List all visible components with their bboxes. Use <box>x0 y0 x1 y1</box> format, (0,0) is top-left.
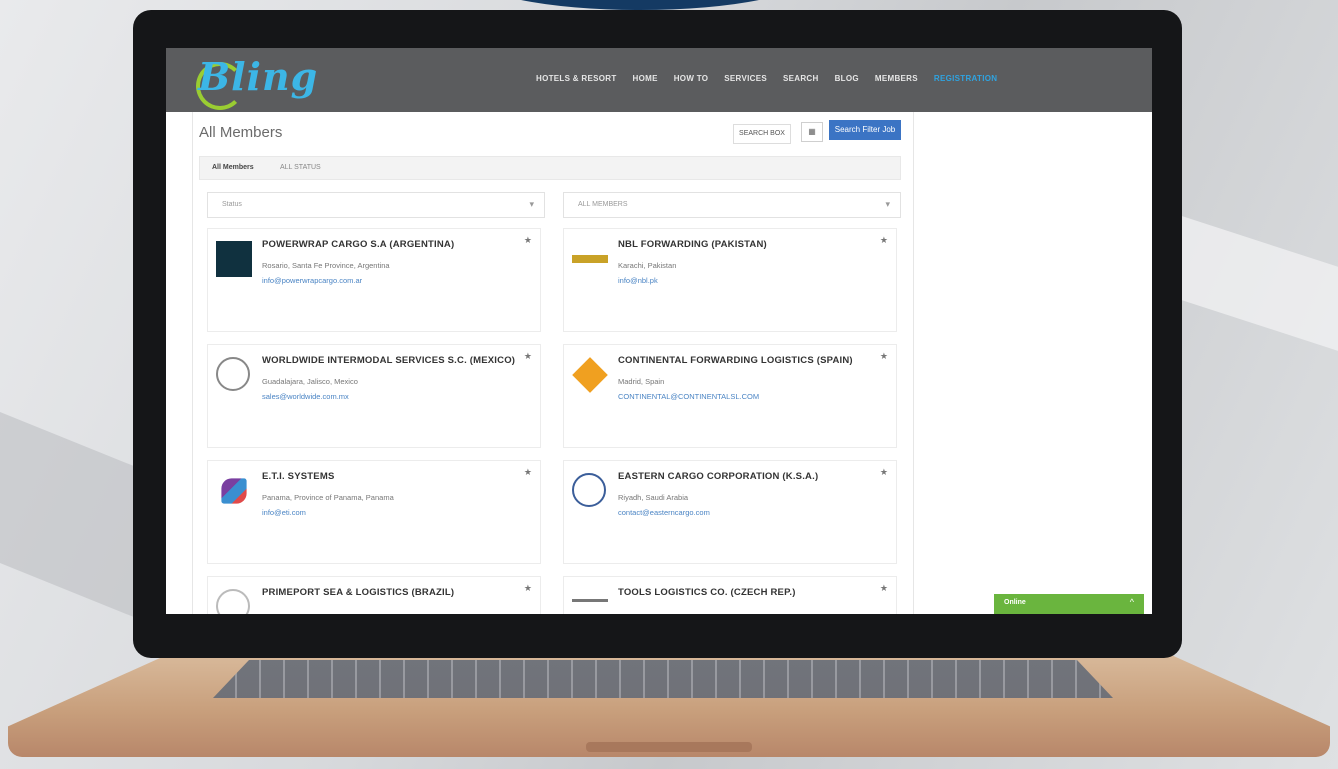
chat-label: Online <box>1004 599 1026 606</box>
member-logo <box>216 589 250 614</box>
member-location: Guadalajara, Jalisco, Mexico <box>262 377 358 386</box>
laptop-screen: Bling HOTELS & RESORT HOME HOW TO SERVIC… <box>166 48 1152 614</box>
chevron-up-icon[interactable]: ^ <box>1130 597 1134 607</box>
member-location: Madrid, Spain <box>618 377 665 386</box>
tab-all-members[interactable]: All Members <box>212 164 254 171</box>
search-filter-button[interactable]: Search Filter Job <box>829 120 901 140</box>
members-select[interactable]: ALL MEMBERS ▾ <box>563 192 901 218</box>
star-icon[interactable]: ★ <box>524 235 532 246</box>
member-email[interactable]: info@nbl.pk <box>618 276 658 285</box>
status-select[interactable]: Status ▾ <box>207 192 545 218</box>
member-logo <box>572 599 608 602</box>
member-card[interactable]: EASTERN CARGO CORPORATION (K.S.A.) Riyad… <box>563 460 897 564</box>
star-icon[interactable]: ★ <box>524 583 532 594</box>
member-logo <box>216 357 250 391</box>
member-location: Rosario, Santa Fe Province, Argentina <box>262 261 390 270</box>
member-card[interactable]: E.T.I. SYSTEMS Panama, Province of Panam… <box>207 460 541 564</box>
member-card[interactable]: TOOLS LOGISTICS CO. (CZECH REP.) ★ <box>563 576 897 614</box>
star-icon[interactable]: ★ <box>524 467 532 478</box>
search-box-button[interactable]: SEARCH BOX <box>733 124 791 144</box>
member-logo <box>572 473 606 507</box>
member-card[interactable]: CONTINENTAL FORWARDING LOGISTICS (SPAIN)… <box>563 344 897 448</box>
member-location: Panama, Province of Panama, Panama <box>262 493 394 502</box>
member-name[interactable]: POWERWRAP CARGO S.A (ARGENTINA) <box>262 239 454 250</box>
member-card[interactable]: NBL FORWARDING (PAKISTAN) Karachi, Pakis… <box>563 228 897 332</box>
background-circle <box>470 0 810 10</box>
members-page: All Members SEARCH BOX ▦ Search Filter J… <box>192 112 914 614</box>
chevron-down-icon: ▾ <box>529 199 534 209</box>
member-logo <box>216 241 252 277</box>
member-location: Riyadh, Saudi Arabia <box>618 493 689 502</box>
nav-item-home[interactable]: HOME <box>633 74 658 83</box>
nav-item-how-to[interactable]: HOW TO <box>674 74 709 83</box>
member-name[interactable]: NBL FORWARDING (PAKISTAN) <box>618 239 767 250</box>
member-name[interactable]: PRIMEPORT SEA & LOGISTICS (BRAZIL) <box>262 587 454 598</box>
star-icon[interactable]: ★ <box>880 235 888 246</box>
nav-item-services[interactable]: SERVICES <box>724 74 767 83</box>
grid-icon[interactable]: ▦ <box>801 122 823 142</box>
star-icon[interactable]: ★ <box>880 351 888 362</box>
member-logo <box>572 255 608 263</box>
member-name[interactable]: E.T.I. SYSTEMS <box>262 471 334 482</box>
member-name[interactable]: EASTERN CARGO CORPORATION (K.S.A.) <box>618 471 818 482</box>
member-name[interactable]: CONTINENTAL FORWARDING LOGISTICS (SPAIN) <box>618 355 853 366</box>
laptop-notch <box>586 742 752 752</box>
member-card[interactable]: WORLDWIDE INTERMODAL SERVICES S.C. (MEXI… <box>207 344 541 448</box>
chevron-down-icon: ▾ <box>885 199 890 209</box>
member-logo <box>221 478 247 504</box>
nav-item-registration[interactable]: REGISTRATION <box>934 74 997 83</box>
status-filter-link[interactable]: ALL STATUS <box>280 164 321 171</box>
star-icon[interactable]: ★ <box>880 583 888 594</box>
star-icon[interactable]: ★ <box>880 467 888 478</box>
members-select-value: ALL MEMBERS <box>578 201 628 208</box>
nav-item-hotels[interactable]: HOTELS & RESORT <box>536 74 617 83</box>
member-card[interactable]: PRIMEPORT SEA & LOGISTICS (BRAZIL) ★ <box>207 576 541 614</box>
member-email[interactable]: sales@worldwide.com.mx <box>262 392 349 401</box>
member-location: Karachi, Pakistan <box>618 261 677 270</box>
members-subbar: All Members ALL STATUS <box>199 156 901 180</box>
member-name[interactable]: WORLDWIDE INTERMODAL SERVICES S.C. (MEXI… <box>262 355 515 366</box>
page-title: All Members <box>199 124 283 141</box>
status-select-value: Status <box>222 201 242 208</box>
member-name[interactable]: TOOLS LOGISTICS CO. (CZECH REP.) <box>618 587 796 598</box>
online-chat-bar[interactable]: Online ^ <box>994 594 1144 614</box>
member-email[interactable]: CONTINENTAL@CONTINENTALSL.COM <box>618 392 759 401</box>
member-email[interactable]: info@eti.com <box>262 508 306 517</box>
nav-item-search[interactable]: SEARCH <box>783 74 819 83</box>
star-icon[interactable]: ★ <box>524 351 532 362</box>
member-email[interactable]: contact@easterncargo.com <box>618 508 710 517</box>
nav-item-blog[interactable]: BLOG <box>835 74 859 83</box>
laptop-keyboard <box>213 660 1113 698</box>
member-card[interactable]: POWERWRAP CARGO S.A (ARGENTINA) Rosario,… <box>207 228 541 332</box>
site-logo[interactable]: Bling <box>198 54 318 99</box>
member-logo <box>572 357 608 393</box>
member-email[interactable]: info@powerwrapcargo.com.ar <box>262 276 362 285</box>
main-nav: HOTELS & RESORT HOME HOW TO SERVICES SEA… <box>536 74 997 83</box>
nav-item-members[interactable]: MEMBERS <box>875 74 918 83</box>
top-navigation-bar: Bling HOTELS & RESORT HOME HOW TO SERVIC… <box>166 48 1152 112</box>
